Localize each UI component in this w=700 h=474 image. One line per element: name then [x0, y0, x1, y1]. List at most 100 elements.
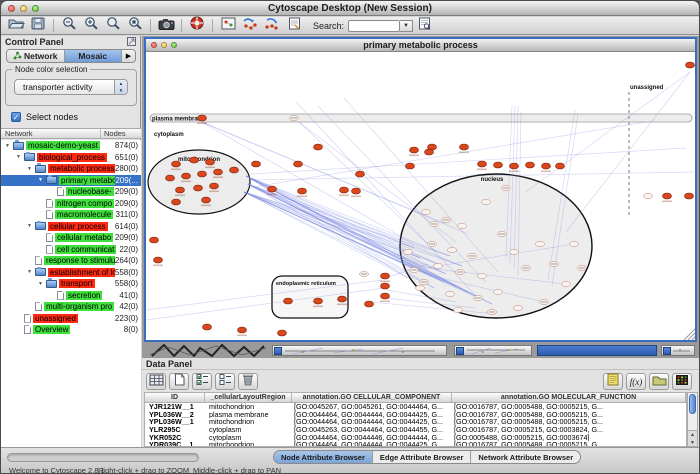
tree-row[interactable]: secretion 41(0) [1, 290, 141, 302]
network-node[interactable] [526, 162, 535, 168]
search-input[interactable] [348, 20, 400, 32]
table-row[interactable]: YKR052C cytoplasm [GO:0044464, GO:004444… [145, 434, 686, 442]
network-node[interactable] [644, 193, 653, 198]
tree-row[interactable]: response to stimulu 264(0) [1, 255, 141, 267]
network-node[interactable] [298, 188, 307, 194]
network-node[interactable] [268, 186, 277, 192]
table-row[interactable]: YJR121W__1 mitochondrion [GO:0045267, GO… [145, 403, 686, 411]
network-node[interactable] [340, 187, 349, 193]
table-row[interactable]: YLR295C cytoplasm [GO:0045263, GO:004446… [145, 426, 686, 434]
network-node[interactable] [294, 161, 303, 167]
network-node[interactable] [494, 162, 503, 168]
tab-edge-attribute-browser[interactable]: Edge Attribute Browser [373, 451, 471, 463]
network-node[interactable] [542, 163, 551, 169]
select-nodes-checkbox[interactable]: ✓ [11, 112, 21, 122]
disclosure-triangle-icon[interactable] [27, 223, 35, 229]
disclosure-triangle-icon[interactable] [38, 177, 46, 183]
network-node[interactable] [176, 187, 185, 193]
network-node[interactable] [172, 161, 181, 167]
network-node[interactable] [338, 296, 347, 302]
open-file-button[interactable] [6, 18, 26, 34]
network-node[interactable] [410, 147, 419, 153]
network-node[interactable] [686, 62, 695, 68]
minimized-window[interactable] [454, 345, 532, 356]
tree-row[interactable]: transport 558(0) [1, 278, 141, 290]
snapshot-button[interactable] [156, 18, 176, 34]
select-attributes-button[interactable] [192, 373, 212, 390]
help-button[interactable] [187, 18, 207, 34]
network-node[interactable] [406, 163, 415, 169]
network-node[interactable] [685, 193, 694, 199]
network-node[interactable] [210, 183, 219, 189]
search-dropdown-button[interactable]: ▼ [400, 20, 413, 32]
network-node[interactable] [381, 293, 390, 299]
network-node[interactable] [460, 144, 469, 150]
close-button[interactable] [8, 5, 15, 12]
tree-header-network[interactable]: Network [1, 129, 101, 138]
column-header-region[interactable]: _cellularLayoutRegion [205, 393, 292, 402]
tree-row[interactable]: Overview 8(0) [1, 324, 141, 336]
minimize-button[interactable] [20, 5, 27, 12]
tree-row[interactable]: macromolecule 311(0) [1, 209, 141, 221]
network-node[interactable] [478, 273, 487, 278]
network-node[interactable] [182, 173, 191, 179]
minimized-window[interactable] [661, 345, 695, 356]
table-row[interactable]: YPL036W__2 plasma membrane [GO:0044464, … [145, 411, 686, 419]
network-node[interactable] [198, 171, 207, 177]
heatmap-button[interactable] [672, 373, 692, 390]
network-node[interactable] [454, 307, 463, 312]
network-node[interactable] [562, 281, 571, 286]
node-color-dropdown[interactable]: transporter activity ▲▼ [14, 79, 128, 95]
formula-builder-button[interactable]: f(x) [626, 373, 646, 390]
save-session-button[interactable] [28, 18, 48, 34]
tree-row[interactable]: nucleobase- 209(0) [1, 186, 141, 198]
network-node[interactable] [202, 197, 211, 203]
attribute-list-button[interactable] [603, 373, 623, 390]
import-attributes-button[interactable] [649, 373, 669, 390]
network-node[interactable] [154, 257, 163, 263]
network-node[interactable] [482, 199, 491, 204]
network-canvas[interactable]: plasma membrane cytoplasm mitochondrion … [146, 52, 695, 340]
minimized-window[interactable] [272, 345, 447, 356]
network-node[interactable] [150, 237, 159, 243]
tree-row[interactable]: primary metabo 209(... [1, 175, 141, 187]
network-node[interactable] [172, 199, 181, 205]
network-node[interactable] [510, 163, 519, 169]
scrollbar-thumb[interactable] [689, 394, 696, 414]
network-node[interactable] [252, 161, 261, 167]
network-node[interactable] [556, 163, 565, 169]
scrollbar-arrows[interactable]: ▲▼ [688, 430, 697, 446]
column-header-molecular-function[interactable]: annotation.GO MOLECULAR_FUNCTION [452, 393, 686, 402]
network-node[interactable] [352, 188, 361, 194]
tree-row[interactable]: cellular process 614(0) [1, 221, 141, 233]
tree-row[interactable]: unassigned 223(0) [1, 313, 141, 325]
zoom-in-button[interactable] [81, 18, 101, 34]
minimized-window-selected[interactable] [537, 345, 657, 356]
network-node[interactable] [381, 283, 390, 289]
network-node[interactable] [206, 159, 215, 165]
zoom-button[interactable] [171, 42, 177, 48]
tree-row[interactable]: cellular metabo 209(0) [1, 232, 141, 244]
tab-node-attribute-browser[interactable]: Node Attribute Browser [274, 451, 373, 463]
annotation-button[interactable] [284, 18, 304, 34]
table-scrollbar[interactable]: ▲▼ [687, 392, 698, 447]
disclosure-triangle-icon[interactable] [27, 166, 35, 172]
tree-row[interactable]: nitrogen compo 209(0) [1, 198, 141, 210]
network-node[interactable] [238, 327, 247, 333]
network-node[interactable] [404, 249, 413, 254]
network-node[interactable] [536, 241, 545, 246]
network-node[interactable] [448, 247, 457, 252]
minimize-button[interactable] [161, 42, 167, 48]
network-node[interactable] [230, 167, 239, 173]
network-node[interactable] [356, 171, 365, 177]
search-config-button[interactable] [414, 18, 434, 34]
network-node[interactable] [194, 185, 203, 191]
network-node[interactable] [510, 249, 519, 254]
resize-grip-icon[interactable] [684, 328, 695, 340]
tree-row[interactable]: metabolic process 280(0) [1, 163, 141, 175]
disclosure-triangle-icon[interactable] [16, 154, 24, 160]
network-node[interactable] [166, 175, 175, 181]
zoom-fit-button[interactable] [103, 18, 123, 34]
disclosure-triangle-icon[interactable] [27, 269, 35, 275]
disclosure-triangle-icon[interactable] [5, 143, 13, 149]
